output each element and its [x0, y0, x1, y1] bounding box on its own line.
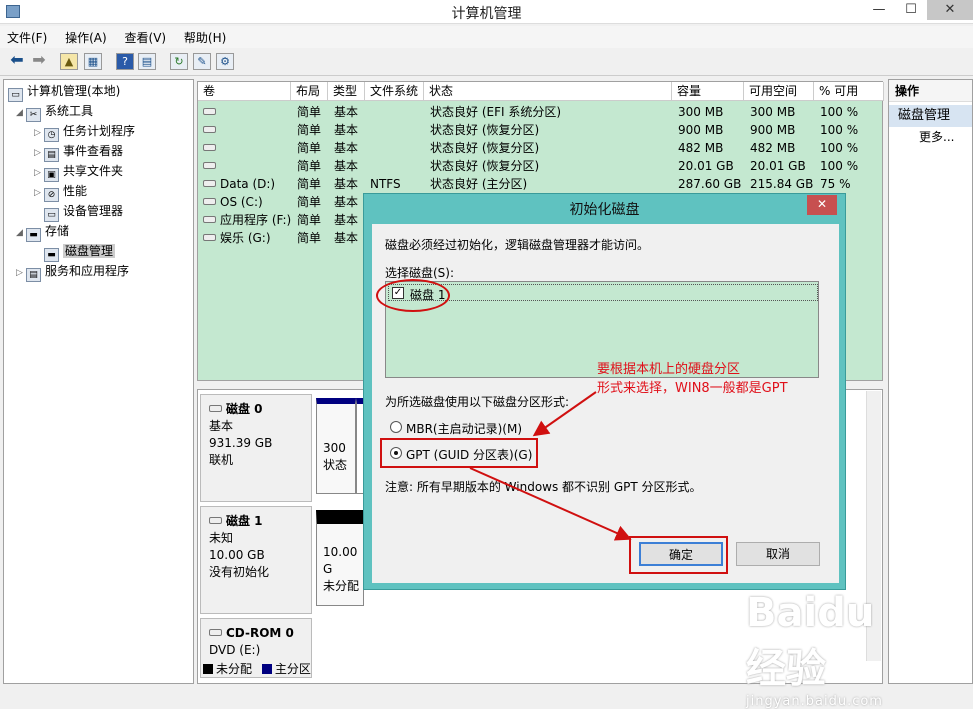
baidu-logo: Baidu 经验: [746, 590, 875, 692]
baidu-watermark: Baidu 经验 jingyan.baidu.com: [746, 590, 926, 709]
annotation-arrow-to-gpt: [532, 391, 597, 437]
annotation-arrows: [469, 391, 632, 541]
watermark-url: jingyan.baidu.com: [746, 694, 883, 709]
annotation-arrow-to-ok: [469, 467, 632, 541]
